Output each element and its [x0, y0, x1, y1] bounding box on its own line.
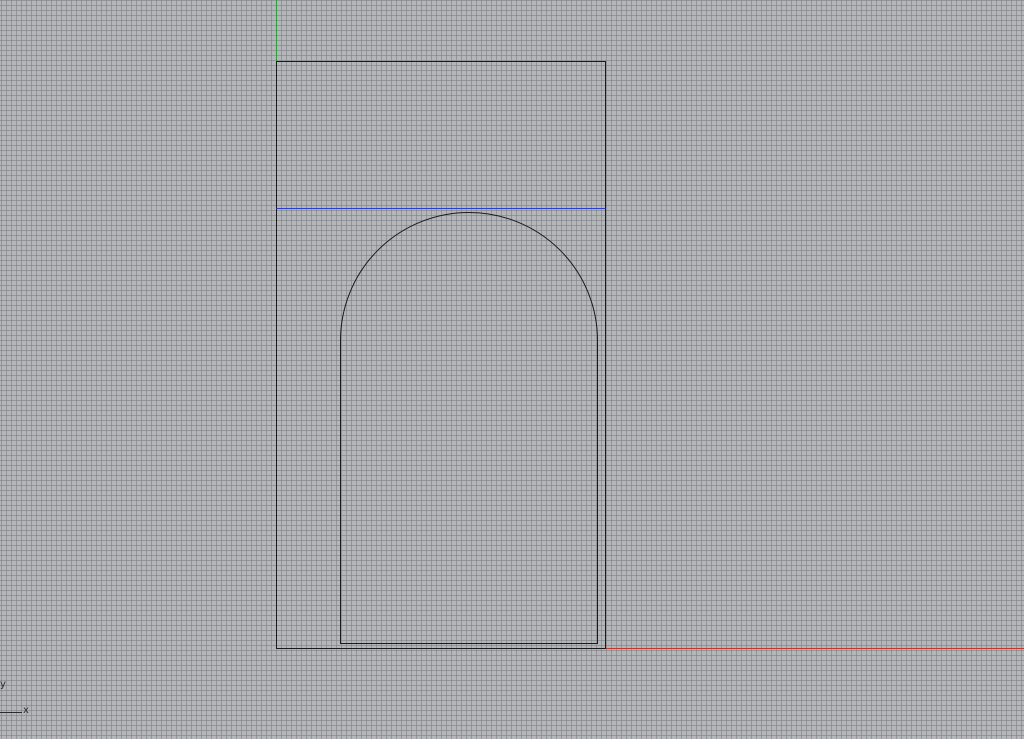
scene-canvas[interactable]	[0, 0, 1024, 739]
arch-profile[interactable]	[340, 211, 598, 644]
outer-rectangle[interactable]	[276, 61, 606, 649]
axis-indicator-y-label: y	[0, 679, 6, 690]
viewport-top[interactable]: y x	[0, 0, 1024, 739]
axis-indicator-x-label: x	[23, 705, 29, 716]
